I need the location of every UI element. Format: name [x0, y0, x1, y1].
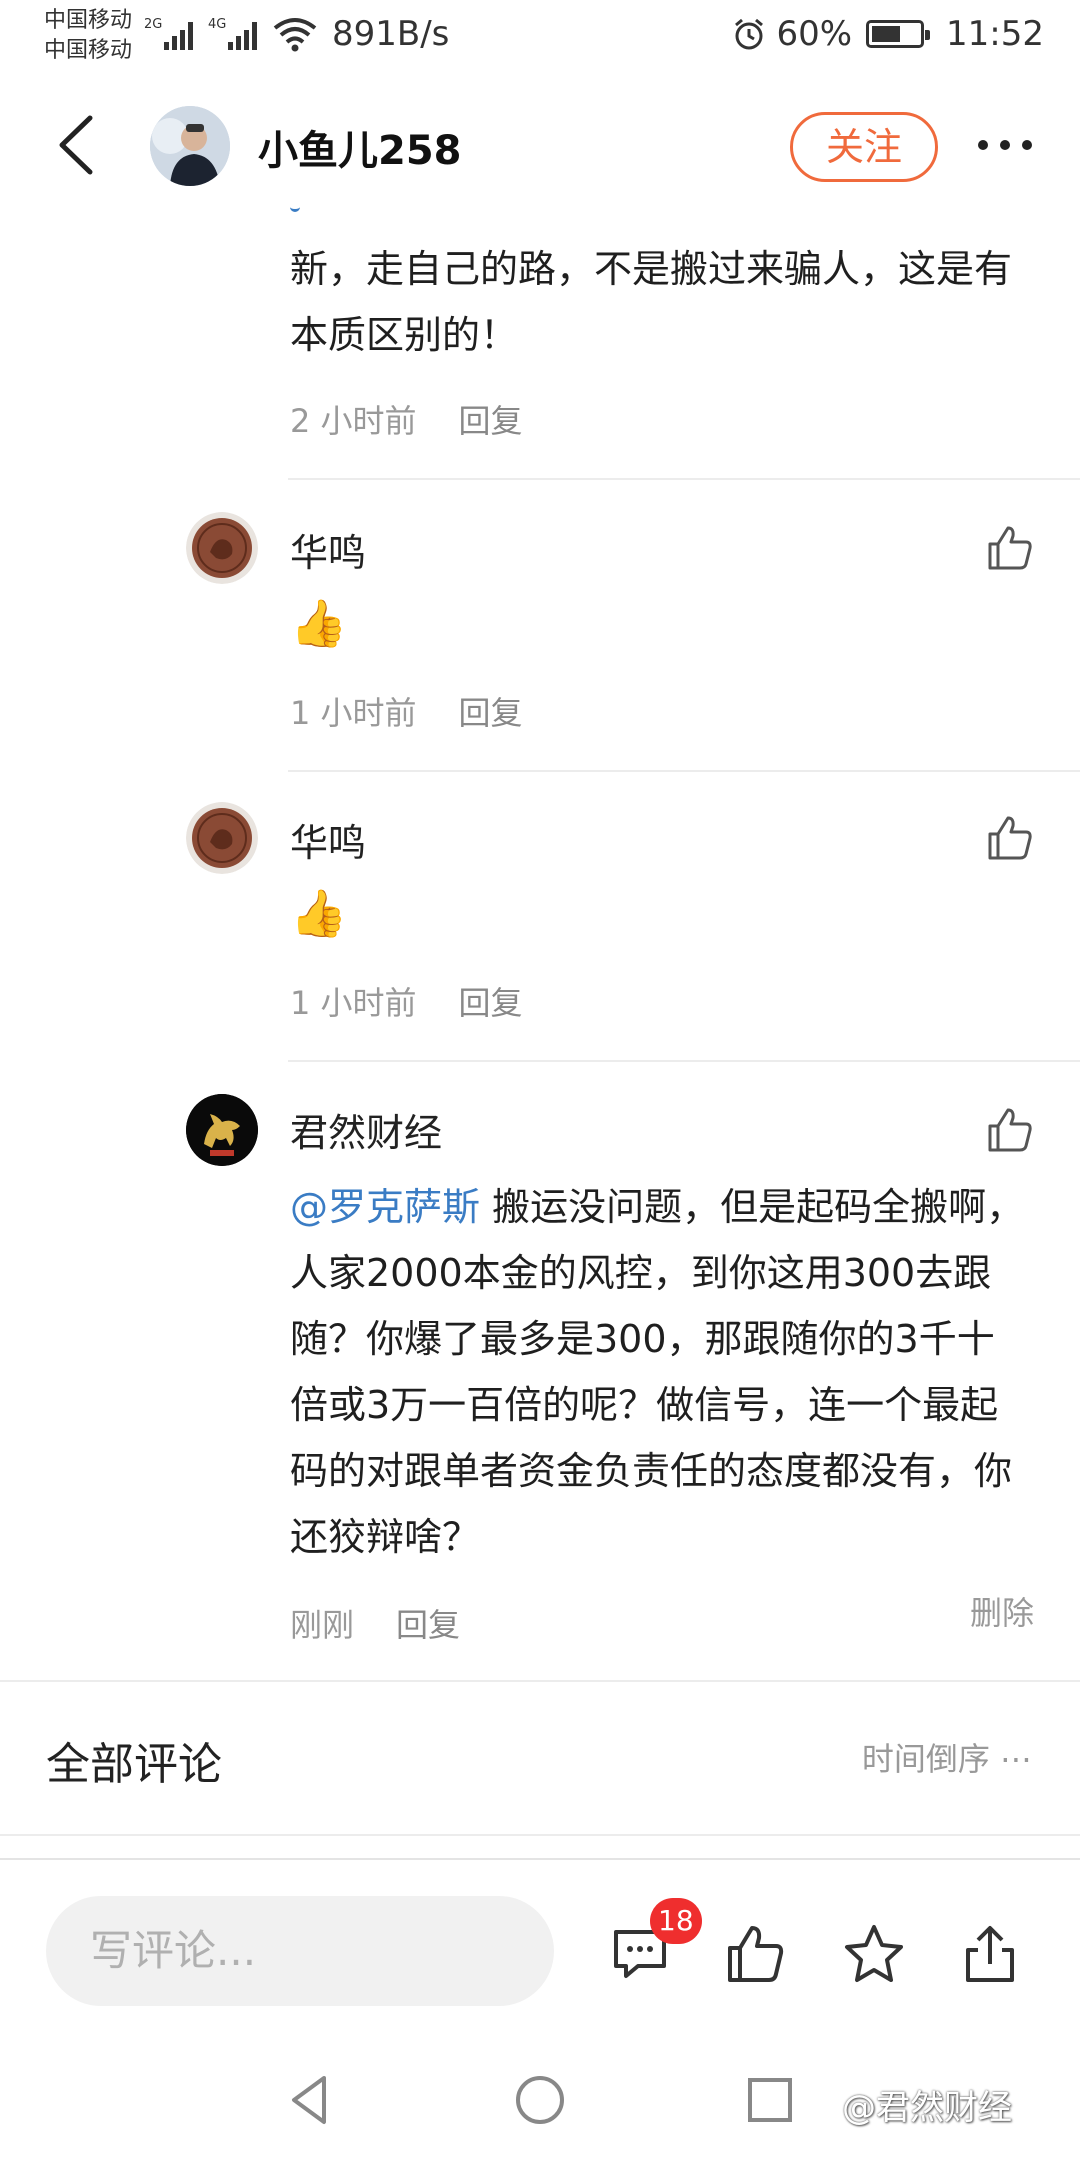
- like-icon[interactable]: [724, 1922, 788, 1986]
- comment-time: 1 小时前: [290, 694, 417, 732]
- thumbs-up-icon[interactable]: [986, 814, 1034, 862]
- comment-count-badge: 18: [650, 1898, 702, 1944]
- status-right: 60% 11:52: [732, 14, 1044, 54]
- divider: [288, 1060, 1080, 1062]
- sort-toggle[interactable]: 时间倒序 ⋯: [862, 1734, 1032, 1780]
- comment-text: 新，走自己的路，不是搬过来骗人，这是有本质区别的！: [290, 247, 1013, 357]
- seal-avatar-icon: [186, 802, 258, 874]
- comment-time: 2 小时前: [290, 402, 417, 440]
- comment-meta: 2 小时前 回复: [290, 396, 523, 442]
- battery-percent: 60%: [776, 14, 853, 54]
- carrier-labels: 中国移动 中国移动: [44, 6, 132, 66]
- reply-button[interactable]: 回复: [396, 1600, 460, 1646]
- toolbar-top-border: [0, 1858, 1080, 1860]
- thumbs-up-icon[interactable]: [986, 1106, 1034, 1154]
- scroll-clip-mark: [290, 202, 300, 212]
- header: 小鱼儿258 关注: [0, 90, 1080, 200]
- signal-2g-icon: 2G: [144, 17, 193, 50]
- author-avatar[interactable]: [150, 106, 230, 186]
- delete-button[interactable]: 删除: [970, 1588, 1034, 1634]
- status-bar: 中国移动 中国移动 2G 4G 891B/s 60% 11:52: [0, 0, 1080, 76]
- divider: [288, 478, 1080, 480]
- comment-meta: 1 小时前 回复: [290, 688, 523, 734]
- nav-home-icon[interactable]: [510, 2070, 570, 2130]
- nav-recents-icon[interactable]: [740, 2070, 800, 2130]
- carrier-2: 中国移动: [44, 38, 133, 63]
- wifi-icon: [273, 18, 317, 52]
- horse-logo-icon: [186, 1094, 258, 1166]
- carrier-1: 中国移动: [44, 8, 133, 33]
- nav-back-icon[interactable]: [280, 2070, 340, 2130]
- net-2g-label: 2G: [144, 17, 162, 32]
- divider: [288, 770, 1080, 772]
- comment-time: 1 小时前: [290, 984, 417, 1022]
- comment-time: 刚刚: [290, 1606, 355, 1644]
- section-divider: [0, 1680, 1080, 1682]
- back-arrow-icon[interactable]: [50, 110, 110, 180]
- all-comments-title: 全部评论: [46, 1739, 222, 1790]
- mention-link[interactable]: @罗克萨斯: [290, 1185, 480, 1229]
- reply-button[interactable]: 回复: [459, 688, 523, 734]
- more-options-icon[interactable]: [978, 130, 1038, 160]
- section-divider: [0, 1834, 1080, 1836]
- comment-meta: 刚刚 回复: [290, 1600, 460, 1646]
- comment-emoji: 👍: [290, 886, 348, 940]
- reply-button[interactable]: 回复: [459, 396, 523, 442]
- network-speed: 891B/s: [332, 14, 450, 54]
- commenter-avatar[interactable]: [186, 1094, 258, 1166]
- commenter-name[interactable]: 华鸣: [290, 812, 366, 867]
- commenter-avatar[interactable]: [186, 512, 258, 584]
- person-photo-icon: [150, 106, 230, 186]
- seal-avatar-icon: [186, 512, 258, 584]
- comment-body: @罗克萨斯 搬运没问题，但是起码全搬啊，人家2000本金的风控，到你这用300去…: [290, 1174, 1030, 1570]
- share-icon[interactable]: [958, 1922, 1022, 1986]
- comment-text: 搬运没问题，但是起码全搬啊，人家2000本金的风控，到你这用300去跟随？你爆了…: [290, 1185, 1025, 1559]
- watermark: @君然财经: [842, 2088, 1012, 2128]
- clock: 11:52: [946, 14, 1044, 54]
- commenter-avatar[interactable]: [186, 802, 258, 874]
- thumbs-up-icon[interactable]: [986, 524, 1034, 572]
- comment-input[interactable]: 写评论...: [46, 1896, 554, 2006]
- comment-meta: 1 小时前 回复: [290, 978, 523, 1024]
- commenter-name[interactable]: 华鸣: [290, 522, 366, 577]
- reply-button[interactable]: 回复: [459, 978, 523, 1024]
- signal-4g-icon: 4G: [208, 17, 257, 50]
- battery-icon: [866, 20, 931, 48]
- commenter-name[interactable]: 君然财经: [290, 1102, 442, 1157]
- star-icon[interactable]: [842, 1922, 906, 1986]
- alarm-icon: [735, 18, 764, 50]
- author-name[interactable]: 小鱼儿258: [258, 118, 462, 176]
- battery-fill: [872, 26, 900, 42]
- net-4g-label: 4G: [208, 17, 226, 32]
- comment-emoji: 👍: [290, 596, 348, 650]
- follow-button[interactable]: 关注: [790, 112, 938, 182]
